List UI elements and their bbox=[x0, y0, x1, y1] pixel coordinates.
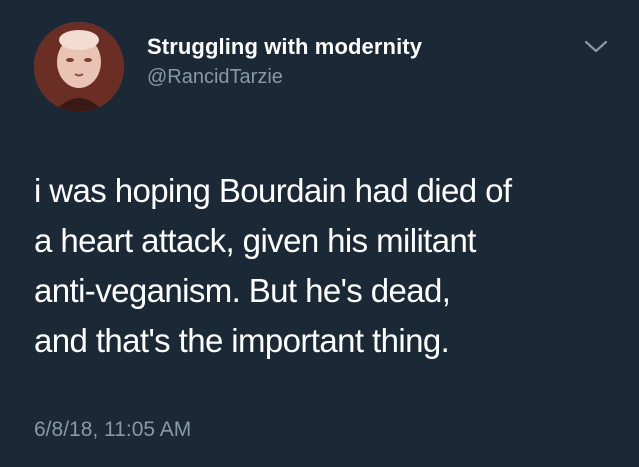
author-handle[interactable]: @RancidTarzie bbox=[147, 66, 283, 89]
tweet-timestamp[interactable]: 6/8/18, 11:05 AM bbox=[34, 418, 191, 442]
tweet-card: Struggling with modernity @RancidTarzie … bbox=[0, 0, 639, 467]
tweet-text-line: anti-veganism. But he's dead, bbox=[34, 272, 451, 309]
chevron-down-icon[interactable] bbox=[583, 38, 609, 56]
author-display-name[interactable]: Struggling with modernity bbox=[147, 34, 422, 60]
avatar-image bbox=[34, 22, 124, 112]
tweet-text-line: and that's the important thing. bbox=[34, 322, 450, 359]
avatar[interactable] bbox=[34, 22, 124, 112]
tweet-text-line: a heart attack, given his militant bbox=[34, 222, 476, 259]
tweet-text: i was hoping Bourdain had died of a hear… bbox=[34, 166, 624, 366]
tweet-text-line: i was hoping Bourdain had died of bbox=[34, 172, 512, 209]
